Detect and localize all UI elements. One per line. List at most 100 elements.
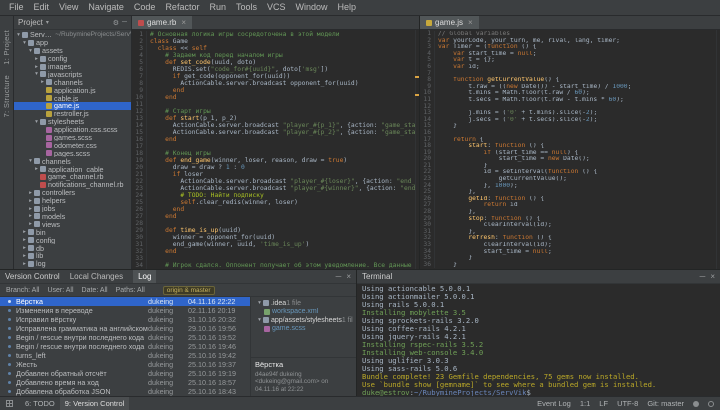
tree-item-db[interactable]: ▸db [14, 244, 131, 252]
git-branch[interactable]: Git: master [647, 399, 684, 408]
tab-game-rb[interactable]: game.rb × [132, 16, 192, 29]
expand-arrow-icon[interactable]: ▸ [21, 261, 28, 267]
changed-file-row[interactable]: ▾.idea 1 file [254, 299, 353, 308]
tree-item-odometer.css[interactable]: odometer.css [14, 141, 131, 149]
close-icon[interactable]: × [468, 18, 473, 27]
tree-item-application.css.scss[interactable]: application.css.scss [14, 126, 131, 134]
tree-item-config[interactable]: ▸config [14, 55, 131, 63]
project-panel-title[interactable]: Project [18, 18, 43, 27]
commit-row[interactable]: Вёрсткаdukeing04.11.16 22:22 [0, 297, 250, 306]
close-icon[interactable]: × [710, 272, 715, 281]
expand-arrow-icon[interactable]: ▸ [27, 198, 34, 204]
tree-item-assets[interactable]: ▾assets [14, 47, 131, 55]
chevron-down-icon[interactable]: ▾ [46, 19, 49, 26]
collapse-arrow-icon[interactable]: ▾ [256, 317, 263, 323]
tree-item-application.js[interactable]: application.js [14, 86, 131, 94]
expand-arrow-icon[interactable]: ▸ [33, 166, 40, 172]
tree-item-bin[interactable]: ▸bin [14, 228, 131, 236]
changed-file-row[interactable]: game.scss [254, 325, 353, 334]
settings-gear-icon[interactable]: ⚙ [113, 19, 119, 27]
line-ending[interactable]: LF [599, 399, 608, 408]
tool-button-project[interactable]: 1: Project [2, 30, 11, 65]
error-stripe[interactable] [415, 30, 419, 269]
menu-file[interactable]: File [4, 0, 29, 15]
tool-windows-icon[interactable] [6, 400, 13, 407]
collapse-arrow-icon[interactable]: ▾ [256, 300, 263, 306]
changed-file-row[interactable]: workspace.xml [254, 308, 353, 317]
tree-item-log[interactable]: ▸log [14, 260, 131, 268]
commit-row[interactable]: turns_leftdukeing25.10.16 19:42 [0, 351, 250, 360]
log-filter[interactable]: Branch: All [6, 287, 39, 294]
tree-item-ServVik[interactable]: ▾ServVik~/RubymineProjects/ServVik [14, 31, 131, 39]
code-editor-ruby[interactable]: 1# Основная логика игры сосредоточена в … [132, 30, 419, 269]
collapse-arrow-icon[interactable]: ▾ [33, 119, 40, 125]
log-filter[interactable]: Paths: All [116, 287, 145, 294]
terminal-output[interactable]: Using actioncable 5.0.0.1Using actionmai… [357, 284, 720, 396]
close-icon[interactable]: × [181, 18, 186, 27]
minimize-icon[interactable]: ─ [336, 272, 342, 281]
expand-arrow-icon[interactable]: ▸ [33, 64, 40, 70]
menu-run[interactable]: Run [204, 0, 231, 15]
menu-code[interactable]: Code [129, 0, 161, 15]
expand-arrow-icon[interactable]: ▸ [21, 229, 28, 235]
menu-edit[interactable]: Edit [29, 0, 55, 15]
tree-item-pages.scss[interactable]: pages.scss [14, 149, 131, 157]
menu-view[interactable]: View [54, 0, 83, 15]
caret-position[interactable]: 1:1 [580, 399, 590, 408]
commit-row[interactable]: Изменения в переводеdukeing02.11.16 20:1… [0, 306, 250, 315]
tree-item-helpers[interactable]: ▸helpers [14, 197, 131, 205]
tree-item-controllers[interactable]: ▸controllers [14, 189, 131, 197]
menu-tools[interactable]: Tools [231, 0, 262, 15]
tree-item-app[interactable]: ▾app [14, 39, 131, 47]
hector-inspections-icon[interactable] [708, 401, 714, 407]
code-editor-js[interactable]: 1// Global variables2var yourCode, your_… [420, 30, 720, 269]
tree-item-lib[interactable]: ▸lib [14, 252, 131, 260]
tree-item-notifications_channel.rb[interactable]: notifications_channel.rb [14, 181, 131, 189]
tree-item-models[interactable]: ▸models [14, 212, 131, 220]
tree-item-channels[interactable]: ▸channels [14, 78, 131, 86]
expand-arrow-icon[interactable]: ▸ [21, 237, 28, 243]
tree-item-channels[interactable]: ▾channels [14, 157, 131, 165]
tree-item-application_cable[interactable]: ▸application_cable [14, 165, 131, 173]
changed-file-row[interactable]: ▾app/assets/stylesheets 1 file [254, 316, 353, 325]
tree-item-game_channel.rb[interactable]: game_channel.rb [14, 173, 131, 181]
menu-refactor[interactable]: Refactor [160, 0, 204, 15]
tree-item-restroller.js[interactable]: restroller.js [14, 110, 131, 118]
commit-row[interactable]: Добавлен обратный отсчётdukeing25.10.16 … [0, 369, 250, 378]
expand-arrow-icon[interactable]: ▸ [27, 206, 34, 212]
menu-vcs[interactable]: VCS [262, 0, 291, 15]
tree-item-game.js[interactable]: game.js [14, 102, 131, 110]
tab-game-js[interactable]: game.js × [420, 16, 479, 29]
menu-help[interactable]: Help [333, 0, 362, 15]
toolwindow-button-todo[interactable]: 6: TODO [20, 397, 60, 410]
log-filter[interactable]: User: All [47, 287, 73, 294]
expand-arrow-icon[interactable]: ▸ [33, 56, 40, 62]
event-log-button[interactable]: Event Log [537, 399, 571, 408]
menu-navigate[interactable]: Navigate [83, 0, 129, 15]
collapse-arrow-icon[interactable]: ▾ [27, 158, 34, 164]
tree-item-config[interactable]: ▸config [14, 236, 131, 244]
toolwindow-button-version-control[interactable]: 9: Version Control [60, 397, 130, 410]
collapse-arrow-icon[interactable]: ▾ [15, 32, 22, 38]
hide-panel-icon[interactable]: ─ [122, 19, 127, 27]
error-stripe[interactable] [716, 30, 720, 269]
tab-log[interactable]: Log [133, 270, 156, 283]
notifications-icon[interactable] [693, 401, 699, 407]
menu-window[interactable]: Window [291, 0, 333, 15]
expand-arrow-icon[interactable]: ▸ [27, 190, 34, 196]
expand-arrow-icon[interactable]: ▸ [21, 245, 28, 251]
tree-item-cable.js[interactable]: cable.js [14, 94, 131, 102]
commit-row[interactable]: Исправлена грамматика на английскомdukei… [0, 324, 250, 333]
tree-item-jobs[interactable]: ▸jobs [14, 205, 131, 213]
encoding[interactable]: UTF-8 [617, 399, 638, 408]
tree-item-stylesheets[interactable]: ▾stylesheets [14, 118, 131, 126]
commit-row[interactable]: Исправил вёрсткуdukeing31.10.16 20:32 [0, 315, 250, 324]
commit-row[interactable]: Begin / rescue внутри последнего ходаduk… [0, 342, 250, 351]
tab-local-changes[interactable]: Local Changes [65, 270, 128, 283]
close-icon[interactable]: × [346, 272, 351, 281]
collapse-arrow-icon[interactable]: ▾ [27, 48, 34, 54]
commit-row[interactable]: Добавлено время на ходdukeing25.10.16 18… [0, 378, 250, 387]
tree-item-views[interactable]: ▸views [14, 220, 131, 228]
commit-row[interactable]: Жестьdukeing25.10.16 19:37 [0, 360, 250, 369]
tree-item-games.scss[interactable]: games.scss [14, 134, 131, 142]
